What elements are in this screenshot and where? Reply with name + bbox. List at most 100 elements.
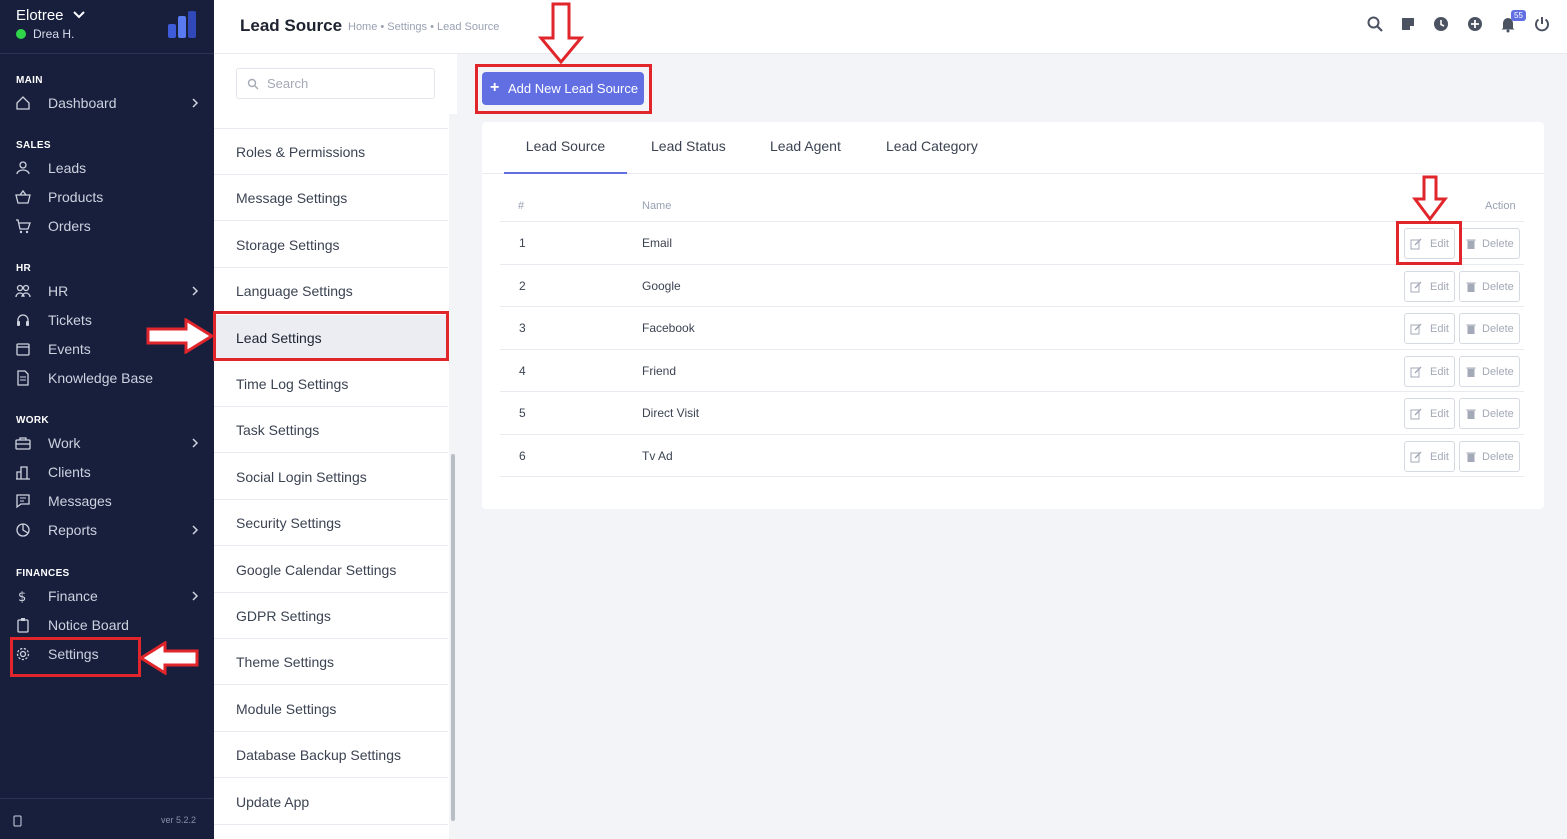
- settings-menu-item-time-log-settings[interactable]: Time Log Settings: [214, 361, 448, 407]
- delete-button[interactable]: Delete: [1459, 270, 1520, 302]
- breadcrumb[interactable]: Home • Settings • Lead Source: [348, 21, 499, 33]
- row-number: 3: [519, 321, 526, 336]
- settings-menu-item-label: Module Settings: [236, 700, 337, 717]
- building-icon: [16, 466, 30, 480]
- settings-menu-item-gdpr-settings[interactable]: GDPR Settings: [214, 593, 448, 639]
- search-icon: [247, 78, 259, 90]
- sidebar-item-notice-board[interactable]: Notice Board: [0, 612, 214, 638]
- headset-icon: [17, 314, 29, 326]
- sticky-note-icon[interactable]: [1399, 15, 1417, 33]
- settings-menu-item-label: Time Log Settings: [236, 376, 349, 392]
- settings-menu-item-storage-settings[interactable]: Storage Settings: [214, 222, 448, 268]
- tab-lead-status[interactable]: Lead Status: [651, 138, 726, 174]
- settings-menu-item-update-app[interactable]: Update App: [214, 779, 448, 825]
- delete-button[interactable]: Delete: [1459, 228, 1520, 259]
- sidebar-item-dashboard[interactable]: Dashboard: [0, 90, 214, 116]
- annotation-arrow-right-icon: [146, 318, 214, 354]
- pie-chart-icon: [16, 523, 30, 537]
- settings-menu-item-security-settings[interactable]: Security Settings: [214, 500, 448, 547]
- user-name[interactable]: Drea H.: [33, 27, 74, 41]
- company-name[interactable]: Elotree: [16, 7, 64, 24]
- settings-menu-item-module-settings[interactable]: Module Settings: [214, 686, 448, 732]
- delete-button[interactable]: Delete: [1459, 313, 1520, 345]
- settings-menu-list: Roles & Permissions Message Settings Stora…: [214, 128, 448, 825]
- sidebar-item-hr[interactable]: HR: [0, 278, 214, 304]
- table-row: 4 Friend Edit Delete: [500, 348, 1524, 392]
- clipboard-icon: [17, 618, 29, 633]
- annotation-box-lead-settings: [213, 311, 449, 361]
- edit-button[interactable]: Edit: [1404, 355, 1455, 387]
- edit-button[interactable]: Edit: [1404, 441, 1455, 472]
- chevron-right-icon: [192, 525, 199, 535]
- settings-search[interactable]: [236, 68, 435, 99]
- sidebar-item-label: Work: [48, 435, 81, 451]
- book-icon: [17, 370, 29, 386]
- plus-circle-icon[interactable]: [1466, 15, 1484, 33]
- settings-menu-item-label: Theme Settings: [236, 654, 335, 671]
- settings-menu-item-google-calendar-settings[interactable]: Google Calendar Settings: [214, 547, 448, 593]
- edit-button[interactable]: Edit: [1404, 398, 1455, 430]
- clock-icon[interactable]: [1432, 15, 1450, 33]
- tab-lead-agent[interactable]: Lead Agent: [770, 138, 841, 174]
- delete-label: Delete: [1482, 408, 1514, 421]
- notification-badge: 55: [1511, 10, 1526, 21]
- column-header-name: Name: [642, 200, 672, 212]
- delete-button[interactable]: Delete: [1459, 355, 1520, 387]
- lead-source-name: Friend: [642, 363, 677, 378]
- annotation-arrow-left-icon: [139, 641, 199, 675]
- sidebar-item-leads[interactable]: Leads: [0, 155, 214, 181]
- edit-label: Edit: [1430, 408, 1449, 421]
- edit-icon: [1410, 451, 1422, 463]
- briefcase-icon: [15, 437, 31, 450]
- sidebar: Elotree Drea H. MAIN Dashboard SALES Leads P…: [0, 0, 214, 839]
- lead-source-name: Email: [642, 236, 673, 250]
- settings-menu-item-theme-settings[interactable]: Theme Settings: [214, 639, 448, 686]
- mobile-icon[interactable]: [13, 815, 23, 827]
- sidebar-item-label: Orders: [48, 218, 91, 234]
- sidebar-item-reports[interactable]: Reports: [0, 517, 214, 543]
- trash-icon: [1466, 409, 1476, 420]
- settings-menu-item-social-login-settings[interactable]: Social Login Settings: [214, 454, 448, 500]
- tab-lead-source[interactable]: Lead Source: [504, 138, 627, 174]
- lead-settings-tabs: Lead Source Lead Status Lead Agent Lead Cat…: [482, 122, 1544, 174]
- annotation-box-settings: [10, 637, 141, 677]
- settings-menu-item-task-settings[interactable]: Task Settings: [214, 407, 448, 454]
- sidebar-item-messages[interactable]: Messages: [0, 488, 214, 514]
- edit-button[interactable]: Edit: [1404, 313, 1455, 345]
- edit-icon: [1410, 281, 1422, 293]
- edit-icon: [1410, 366, 1422, 378]
- settings-menu-item-label: GDPR Settings: [236, 608, 331, 624]
- settings-menu-item-message-settings[interactable]: Message Settings: [214, 175, 448, 222]
- search-icon[interactable]: [1366, 15, 1384, 33]
- sidebar-item-label: Dashboard: [48, 95, 117, 111]
- chevron-down-icon[interactable]: [72, 8, 86, 22]
- settings-menu-item-label: Update App: [236, 793, 310, 810]
- edit-label: Edit: [1430, 365, 1449, 378]
- delete-button[interactable]: Delete: [1459, 441, 1520, 472]
- delete-button[interactable]: Delete: [1459, 398, 1520, 430]
- sidebar-item-orders[interactable]: Orders: [0, 213, 214, 239]
- top-bar: Lead Source Home • Settings • Lead Sourc…: [214, 0, 1567, 54]
- sidebar-item-label: Clients: [48, 464, 91, 480]
- sidebar-item-knowledge-base[interactable]: Knowledge Base: [0, 365, 214, 391]
- edit-button[interactable]: Edit: [1404, 270, 1455, 302]
- tab-lead-category[interactable]: Lead Category: [886, 138, 978, 174]
- sidebar-item-finance[interactable]: $ Finance: [0, 583, 214, 609]
- scrollbar-thumb[interactable]: [451, 454, 455, 821]
- settings-search-input[interactable]: [267, 76, 427, 91]
- calendar-icon: [16, 343, 30, 356]
- settings-menu-item-roles-permissions[interactable]: Roles & Permissions: [214, 129, 448, 175]
- lead-source-name: Google: [642, 278, 681, 293]
- sidebar-item-clients[interactable]: Clients: [0, 459, 214, 485]
- annotation-arrow-down-icon: [1412, 175, 1448, 221]
- table-row: 5 Direct Visit Edit Delete: [500, 391, 1524, 434]
- power-icon[interactable]: [1533, 15, 1551, 33]
- settings-menu-item-database-backup-settings[interactable]: Database Backup Settings: [214, 732, 448, 779]
- sidebar-item-work[interactable]: Work: [0, 430, 214, 456]
- sidebar-item-products[interactable]: Products: [0, 184, 214, 210]
- edit-label: Edit: [1430, 323, 1449, 336]
- trash-icon: [1466, 452, 1476, 462]
- sidebar-item-label: Messages: [48, 493, 112, 509]
- settings-menu-item-label: Roles & Permissions: [236, 144, 366, 160]
- settings-menu-item-language-settings[interactable]: Language Settings: [214, 268, 448, 315]
